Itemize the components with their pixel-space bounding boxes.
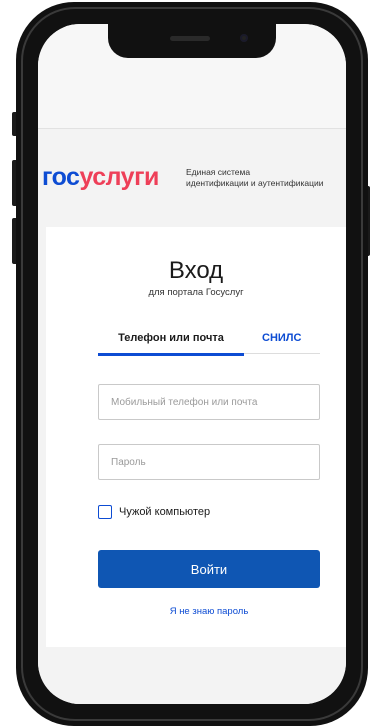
password-input[interactable] [98, 444, 320, 480]
login-method-tabs: Телефон или почта СНИЛС [98, 327, 320, 356]
foreign-computer-option[interactable]: Чужой компьютер [98, 503, 210, 521]
forgot-password-link[interactable]: Я не знаю пароль [98, 606, 320, 617]
stage: госуслуги Единая система идентификации и… [0, 0, 370, 728]
page-subtitle: для портала Госуслуг [148, 287, 244, 298]
login-button[interactable]: Войти [98, 550, 320, 588]
tab-snils[interactable]: СНИЛС [262, 331, 301, 345]
phone-frame: госуслуги Единая система идентификации и… [16, 2, 368, 726]
site-header: госуслуги Единая система идентификации и… [38, 129, 346, 223]
header-subtitle-line2: идентификации и аутентификации [186, 178, 324, 188]
login-card: Вход для портала Госуслуг Телефон или по… [46, 227, 346, 647]
tab-phone-or-email[interactable]: Телефон или почта [98, 331, 244, 356]
phone-notch [108, 24, 276, 58]
page-content: Вход для портала Госуслуг Телефон или по… [38, 223, 346, 704]
login-input[interactable] [98, 384, 320, 420]
front-camera-icon [240, 34, 248, 42]
phone-screen: госуслуги Единая система идентификации и… [38, 24, 346, 704]
header-subtitle-line1: Единая система [186, 167, 251, 177]
foreign-computer-label: Чужой компьютер [119, 506, 211, 518]
speaker-grille [170, 36, 210, 41]
foreign-computer-checkbox[interactable] [98, 505, 112, 519]
logo-part-uslugi: услуги [79, 163, 159, 191]
header-subtitle: Единая система идентификации и аутентифи… [186, 167, 323, 189]
logo-part-gos: гос [42, 163, 80, 191]
gosuslugi-logo[interactable]: госуслуги [42, 163, 159, 191]
page-title: Вход [168, 257, 224, 284]
